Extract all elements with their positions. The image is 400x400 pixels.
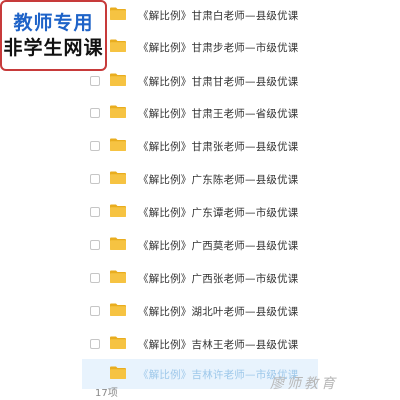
folder-icon <box>110 270 126 283</box>
file-row[interactable]: 《解比例》甘肃王老师—省级优课 <box>82 98 318 128</box>
row-checkbox[interactable] <box>90 141 100 151</box>
file-name: 《解比例》甘肃张老师—县级优课 <box>138 141 299 153</box>
badge-line2: 非学生网课 <box>3 36 104 59</box>
file-browser-page: 《解比例》甘肃白老师—县级优课 《解比例》甘肃步老师—市级优课 《解比例》甘肃甘老师… <box>0 0 400 400</box>
file-row[interactable]: 《解比例》吉林王老师—县级优课 <box>82 329 318 359</box>
file-name: 《解比例》甘肃王老师—省级优课 <box>138 108 299 120</box>
file-row[interactable]: 《解比例》广西张老师—市级优课 <box>82 263 318 293</box>
file-name: 《解比例》甘肃白老师—县级优课 <box>138 10 299 22</box>
row-checkbox[interactable] <box>90 174 100 184</box>
folder-icon <box>110 237 126 250</box>
file-name: 《解比例》湖北叶老师—县级优课 <box>138 306 299 318</box>
file-name: 《解比例》甘肃甘老师—县级优课 <box>138 76 299 88</box>
teacher-only-badge: 教师专用 非学生网课 <box>0 0 107 71</box>
file-row[interactable]: 《解比例》广东谭老师—市级优课 <box>82 197 318 227</box>
folder-icon <box>110 138 126 151</box>
file-name: 《解比例》甘肃步老师—市级优课 <box>138 42 299 54</box>
file-name: 《解比例》广西莫老师—县级优课 <box>138 240 299 252</box>
folder-icon <box>110 336 126 349</box>
row-checkbox[interactable] <box>90 306 100 316</box>
folder-icon <box>110 204 126 217</box>
file-row[interactable]: 《解比例》广东陈老师—县级优课 <box>82 164 318 194</box>
folder-icon <box>110 7 126 20</box>
watermark: 廖师教育 <box>270 376 338 392</box>
file-row[interactable]: 《解比例》甘肃白老师—县级优课 <box>82 0 318 30</box>
file-name: 《解比例》吉林王老师—县级优课 <box>138 339 299 351</box>
file-name: 《解比例》广东陈老师—县级优课 <box>138 174 299 186</box>
row-checkbox[interactable] <box>90 108 100 118</box>
row-checkbox[interactable] <box>90 207 100 217</box>
row-checkbox[interactable] <box>90 339 100 349</box>
file-row[interactable]: 《解比例》湖北叶老师—县级优课 <box>82 296 318 326</box>
folder-icon <box>110 73 126 86</box>
file-row[interactable]: 《解比例》甘肃甘老师—县级优课 <box>82 66 318 96</box>
file-row[interactable]: 《解比例》甘肃张老师—县级优课 <box>82 131 318 161</box>
row-checkbox[interactable] <box>90 273 100 283</box>
row-checkbox[interactable] <box>90 240 100 250</box>
folder-icon <box>110 171 126 184</box>
folder-icon <box>110 105 126 118</box>
folder-icon <box>110 39 126 52</box>
folder-icon <box>110 366 126 379</box>
file-name: 《解比例》广东谭老师—市级优课 <box>138 207 299 219</box>
folder-icon <box>110 303 126 316</box>
file-name: 《解比例》广西张老师—市级优课 <box>138 273 299 285</box>
file-row[interactable]: 《解比例》甘肃步老师—市级优课 <box>82 32 318 62</box>
file-row[interactable]: 《解比例》广西莫老师—县级优课 <box>82 230 318 260</box>
badge-line1: 教师专用 <box>13 11 94 34</box>
item-count: 17项 <box>95 388 118 399</box>
row-checkbox[interactable] <box>90 76 100 86</box>
